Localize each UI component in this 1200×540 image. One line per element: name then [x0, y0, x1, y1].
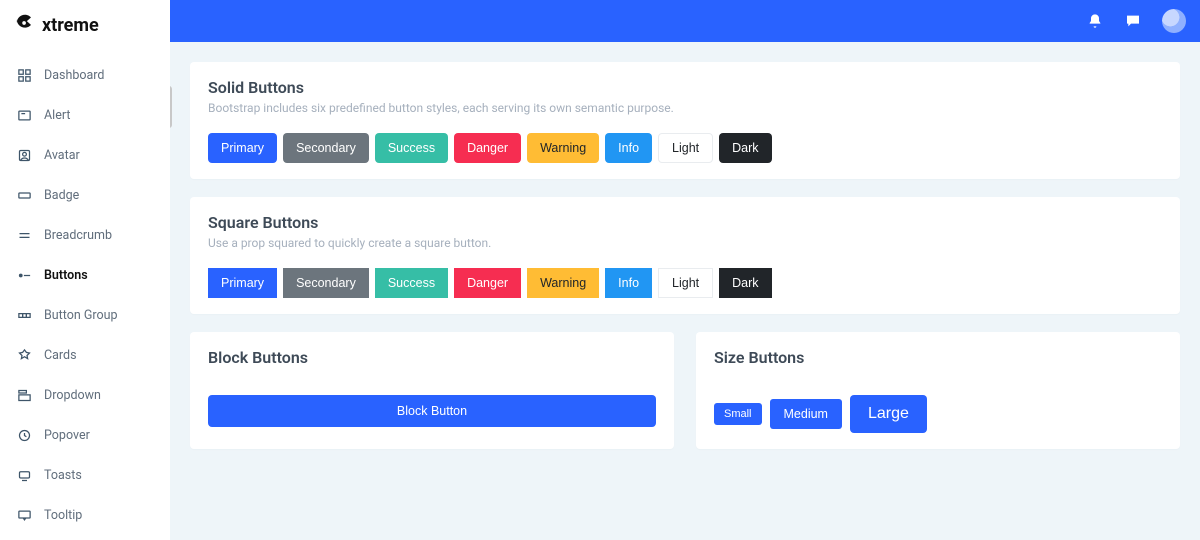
button-secondary[interactable]: Secondary [283, 133, 369, 163]
sidebar-item-popover[interactable]: Popover [0, 415, 170, 455]
brand-name: xtreme [42, 15, 99, 36]
sidebar-item-label: Toasts [44, 468, 82, 483]
sidebar-item-breadcrumb[interactable]: Breadcrumb [0, 215, 170, 255]
user-avatar[interactable] [1162, 9, 1186, 33]
dropdown-icon [16, 387, 32, 403]
tooltip-icon [16, 507, 32, 523]
content-area: Solid Buttons Bootstrap includes six pre… [170, 42, 1200, 540]
sidebar-item-label: Dashboard [44, 68, 104, 83]
button-success[interactable]: Success [375, 133, 448, 163]
square-button-warning[interactable]: Warning [527, 268, 599, 298]
square-button-info[interactable]: Info [605, 268, 652, 298]
sidebar-item-label: Button Group [44, 308, 118, 323]
button-info[interactable]: Info [605, 133, 652, 163]
badge-icon [16, 187, 32, 203]
block-button[interactable]: Block Button [208, 395, 656, 427]
sidebar-item-label: Breadcrumb [44, 228, 112, 243]
sidebar-item-alert[interactable]: Alert [0, 95, 170, 135]
sidebar-item-label: Badge [44, 188, 79, 203]
dashboard-icon [16, 67, 32, 83]
notifications-icon[interactable] [1086, 12, 1104, 30]
square-button-dark[interactable]: Dark [719, 268, 771, 298]
square-button-primary[interactable]: Primary [208, 268, 277, 298]
sidebar-item-cards[interactable]: Cards [0, 335, 170, 375]
card-subtitle: Use a prop squared to quickly create a s… [208, 236, 1162, 250]
card-block-buttons: Block Buttons Block Button [190, 332, 674, 449]
button-medium[interactable]: Medium [770, 399, 842, 429]
sidebar-item-avatar[interactable]: Avatar [0, 135, 170, 175]
brand[interactable]: xtreme [0, 0, 170, 51]
sidebar-item-dashboard[interactable]: Dashboard [0, 55, 170, 95]
sidebar: xtreme Dashboard Alert Avatar Badge Brea… [0, 0, 170, 540]
square-button-success[interactable]: Success [375, 268, 448, 298]
logo-icon [14, 12, 36, 39]
breadcrumb-icon [16, 227, 32, 243]
square-button-secondary[interactable]: Secondary [283, 268, 369, 298]
button-group-icon [16, 307, 32, 323]
button-primary[interactable]: Primary [208, 133, 277, 163]
alert-icon [16, 107, 32, 123]
messages-icon[interactable] [1124, 12, 1142, 30]
sidebar-item-buttons[interactable]: Buttons [0, 255, 170, 295]
popover-icon [16, 427, 32, 443]
card-square-buttons: Square Buttons Use a prop squared to qui… [190, 197, 1180, 314]
sidebar-item-badge[interactable]: Badge [0, 175, 170, 215]
sidebar-item-label: Alert [44, 108, 70, 123]
sidebar-item-label: Avatar [44, 148, 80, 163]
square-button-danger[interactable]: Danger [454, 268, 521, 298]
sidebar-item-label: Popover [44, 428, 90, 443]
solid-button-row: Primary Secondary Success Danger Warning… [208, 133, 1162, 163]
button-danger[interactable]: Danger [454, 133, 521, 163]
cards-icon [16, 347, 32, 363]
sidebar-item-label: Buttons [44, 268, 88, 283]
sidebar-item-label: Cards [44, 348, 77, 363]
sidebar-item-dropdown[interactable]: Dropdown [0, 375, 170, 415]
card-title: Size Buttons [714, 348, 1162, 367]
card-title: Block Buttons [208, 348, 656, 367]
buttons-icon [16, 267, 32, 283]
sidebar-item-button-group[interactable]: Button Group [0, 295, 170, 335]
size-button-row: Small Medium Large [714, 395, 1162, 433]
square-button-light[interactable]: Light [658, 268, 713, 298]
card-subtitle: Bootstrap includes six predefined button… [208, 101, 1162, 115]
card-title: Square Buttons [208, 213, 1162, 232]
card-title: Solid Buttons [208, 78, 1162, 97]
topbar [170, 0, 1200, 42]
button-light[interactable]: Light [658, 133, 713, 163]
sidebar-item-label: Tooltip [44, 508, 82, 523]
sidebar-item-toasts[interactable]: Toasts [0, 455, 170, 495]
scrollbar-thumb[interactable] [170, 86, 172, 128]
sidebar-item-tooltip[interactable]: Tooltip [0, 495, 170, 535]
square-button-row: Primary Secondary Success Danger Warning… [208, 268, 1162, 298]
toasts-icon [16, 467, 32, 483]
main-column: Solid Buttons Bootstrap includes six pre… [170, 0, 1200, 540]
button-dark[interactable]: Dark [719, 133, 771, 163]
sidebar-item-label: Dropdown [44, 388, 101, 403]
card-size-buttons: Size Buttons Small Medium Large [696, 332, 1180, 449]
button-small[interactable]: Small [714, 403, 762, 425]
card-solid-buttons: Solid Buttons Bootstrap includes six pre… [190, 62, 1180, 179]
sidebar-nav: Dashboard Alert Avatar Badge Breadcrumb … [0, 51, 170, 539]
button-warning[interactable]: Warning [527, 133, 599, 163]
button-large[interactable]: Large [850, 395, 927, 433]
avatar-icon [16, 147, 32, 163]
